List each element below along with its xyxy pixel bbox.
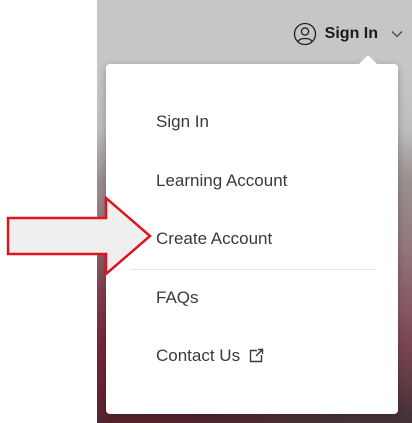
menu-item-label: Contact Us	[156, 346, 241, 365]
menu-item-create-account[interactable]: Create Account	[156, 229, 272, 249]
menu-item-label: Learning Account	[156, 171, 288, 190]
screenshot-stage: Sign In Sign In Learning Account Create …	[0, 0, 412, 423]
header-signin-label: Sign In	[324, 25, 378, 42]
external-link-icon	[249, 348, 264, 363]
menu-item-learning-account[interactable]: Learning Account	[156, 171, 287, 191]
menu-item-contact-us[interactable]: Contact Us	[156, 346, 264, 366]
menu-item-label: Create Account	[156, 229, 273, 248]
menu-item-sign-in[interactable]: Sign In	[156, 112, 209, 132]
menu-item-label: FAQs	[156, 288, 199, 307]
menu-divider	[130, 269, 376, 270]
account-menu-trigger[interactable]: Sign In	[293, 20, 404, 48]
user-circle-icon	[293, 22, 316, 46]
menu-item-faqs[interactable]: FAQs	[156, 288, 199, 308]
dropdown-caret	[358, 55, 378, 65]
annotation-arrow-icon	[6, 196, 152, 276]
menu-item-label: Sign In	[156, 112, 209, 131]
chevron-down-icon	[391, 31, 403, 38]
